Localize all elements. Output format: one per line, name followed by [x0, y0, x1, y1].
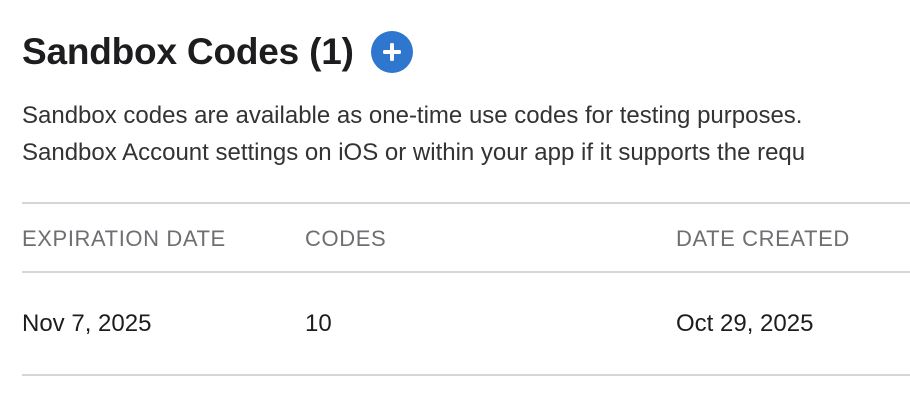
section-header: Sandbox Codes (1) — [22, 26, 413, 78]
page-title: Sandbox Codes (1) — [22, 31, 354, 72]
expiration-date-cell: Nov 7, 2025 — [22, 310, 152, 337]
codes-count-cell: 10 — [305, 310, 332, 337]
add-sandbox-code-button[interactable] — [370, 31, 413, 73]
column-header-codes[interactable]: CODES — [305, 226, 386, 252]
column-header-expiration-date[interactable]: EXPIRATION DATE — [22, 226, 226, 252]
table-row-divider — [22, 374, 910, 376]
date-created-cell: Oct 29, 2025 — [676, 310, 814, 337]
plus-icon — [382, 43, 401, 61]
section-description: Sandbox codes are available as one-time … — [22, 97, 910, 171]
table-top-divider — [22, 202, 910, 204]
column-header-date-created[interactable]: DATE CREATED — [676, 226, 850, 252]
description-line-2: Sandbox Account settings on iOS or withi… — [22, 139, 806, 166]
table-header-divider — [22, 271, 910, 273]
description-line-1: Sandbox codes are available as one-time … — [22, 102, 803, 129]
